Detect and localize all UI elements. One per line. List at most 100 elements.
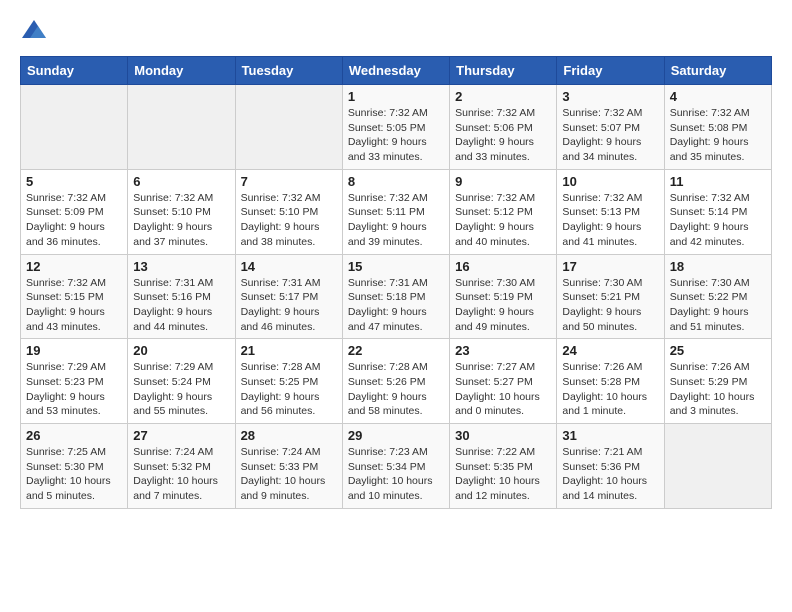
day-number: 11 [670, 174, 766, 189]
day-info: Sunrise: 7:29 AM Sunset: 5:23 PM Dayligh… [26, 360, 122, 419]
day-info: Sunrise: 7:32 AM Sunset: 5:15 PM Dayligh… [26, 276, 122, 335]
calendar-cell: 7 Sunrise: 7:32 AM Sunset: 5:10 PM Daylig… [235, 169, 342, 254]
weekday-header-sunday: Sunday [21, 57, 128, 85]
calendar-cell: 14Sunrise: 7:31 AM Sunset: 5:17 PM Dayli… [235, 254, 342, 339]
logo [20, 16, 52, 44]
calendar-cell: 13Sunrise: 7:31 AM Sunset: 5:16 PM Dayli… [128, 254, 235, 339]
day-number: 1 [348, 89, 444, 104]
day-info: Sunrise: 7:32 AM Sunset: 5:11 PM Dayligh… [348, 191, 444, 250]
calendar-cell: 25 Sunrise: 7:26 AM Sunset: 5:29 PM Dayli… [664, 339, 771, 424]
weekday-header-saturday: Saturday [664, 57, 771, 85]
calendar-cell: 10 Sunrise: 7:32 AM Sunset: 5:13 PM Dayli… [557, 169, 664, 254]
day-number: 13 [133, 259, 229, 274]
calendar-week-row: 5 Sunrise: 7:32 AM Sunset: 5:09 PM Daylig… [21, 169, 772, 254]
calendar-week-row: 26 Sunrise: 7:25 AM Sunset: 5:30 PM Dayli… [21, 424, 772, 509]
day-info: Sunrise: 7:32 AM Sunset: 5:07 PM Dayligh… [562, 106, 658, 165]
calendar-cell: 4 Sunrise: 7:32 AM Sunset: 5:08 PM Daylig… [664, 85, 771, 170]
calendar-cell: 18Sunrise: 7:30 AM Sunset: 5:22 PM Dayli… [664, 254, 771, 339]
calendar-cell: 6 Sunrise: 7:32 AM Sunset: 5:10 PM Daylig… [128, 169, 235, 254]
weekday-header-tuesday: Tuesday [235, 57, 342, 85]
calendar-cell: 24 Sunrise: 7:26 AM Sunset: 5:28 PM Dayli… [557, 339, 664, 424]
day-info: Sunrise: 7:21 AM Sunset: 5:36 PM Dayligh… [562, 445, 658, 504]
calendar-cell: 12 Sunrise: 7:32 AM Sunset: 5:15 PM Dayli… [21, 254, 128, 339]
day-number: 7 [241, 174, 337, 189]
day-number: 31 [562, 428, 658, 443]
day-number: 20 [133, 343, 229, 358]
calendar-cell: 19 Sunrise: 7:29 AM Sunset: 5:23 PM Dayli… [21, 339, 128, 424]
day-number: 2 [455, 89, 551, 104]
calendar-week-row: 12 Sunrise: 7:32 AM Sunset: 5:15 PM Dayli… [21, 254, 772, 339]
calendar-cell: 8 Sunrise: 7:32 AM Sunset: 5:11 PM Daylig… [342, 169, 449, 254]
day-number: 10 [562, 174, 658, 189]
day-number: 5 [26, 174, 122, 189]
day-number: 22 [348, 343, 444, 358]
calendar-cell [128, 85, 235, 170]
day-number: 4 [670, 89, 766, 104]
calendar-cell [664, 424, 771, 509]
calendar-cell: 21 Sunrise: 7:28 AM Sunset: 5:25 PM Dayli… [235, 339, 342, 424]
weekday-header-friday: Friday [557, 57, 664, 85]
day-info: Sunrise: 7:30 AM Sunset: 5:21 PM Dayligh… [562, 276, 658, 335]
day-info: Sunrise: 7:28 AM Sunset: 5:25 PM Dayligh… [241, 360, 337, 419]
calendar-cell: 22 Sunrise: 7:28 AM Sunset: 5:26 PM Dayli… [342, 339, 449, 424]
day-info: Sunrise: 7:32 AM Sunset: 5:08 PM Dayligh… [670, 106, 766, 165]
calendar-cell: 3 Sunrise: 7:32 AM Sunset: 5:07 PM Daylig… [557, 85, 664, 170]
day-info: Sunrise: 7:32 AM Sunset: 5:10 PM Dayligh… [241, 191, 337, 250]
weekday-header-row: SundayMondayTuesdayWednesdayThursdayFrid… [21, 57, 772, 85]
day-info: Sunrise: 7:22 AM Sunset: 5:35 PM Dayligh… [455, 445, 551, 504]
day-info: Sunrise: 7:26 AM Sunset: 5:29 PM Dayligh… [670, 360, 766, 419]
day-number: 18 [670, 259, 766, 274]
day-number: 19 [26, 343, 122, 358]
day-info: Sunrise: 7:31 AM Sunset: 5:17 PM Dayligh… [241, 276, 337, 335]
weekday-header-thursday: Thursday [450, 57, 557, 85]
day-number: 24 [562, 343, 658, 358]
calendar-cell: 29Sunrise: 7:23 AM Sunset: 5:34 PM Dayli… [342, 424, 449, 509]
calendar-cell: 20 Sunrise: 7:29 AM Sunset: 5:24 PM Dayli… [128, 339, 235, 424]
calendar-cell: 30 Sunrise: 7:22 AM Sunset: 5:35 PM Dayli… [450, 424, 557, 509]
day-info: Sunrise: 7:32 AM Sunset: 5:12 PM Dayligh… [455, 191, 551, 250]
calendar-table: SundayMondayTuesdayWednesdayThursdayFrid… [20, 56, 772, 509]
day-info: Sunrise: 7:30 AM Sunset: 5:19 PM Dayligh… [455, 276, 551, 335]
day-number: 17 [562, 259, 658, 274]
day-number: 29 [348, 428, 444, 443]
day-number: 30 [455, 428, 551, 443]
calendar-cell: 28 Sunrise: 7:24 AM Sunset: 5:33 PM Dayli… [235, 424, 342, 509]
calendar-cell: 17 Sunrise: 7:30 AM Sunset: 5:21 PM Dayli… [557, 254, 664, 339]
calendar-cell: 1 Sunrise: 7:32 AM Sunset: 5:05 PM Daylig… [342, 85, 449, 170]
calendar-cell: 15Sunrise: 7:31 AM Sunset: 5:18 PM Dayli… [342, 254, 449, 339]
day-number: 21 [241, 343, 337, 358]
calendar-cell [235, 85, 342, 170]
page: SundayMondayTuesdayWednesdayThursdayFrid… [0, 0, 792, 525]
day-number: 26 [26, 428, 122, 443]
day-number: 8 [348, 174, 444, 189]
day-info: Sunrise: 7:26 AM Sunset: 5:28 PM Dayligh… [562, 360, 658, 419]
header [20, 16, 772, 44]
calendar-cell: 9Sunrise: 7:32 AM Sunset: 5:12 PM Daylig… [450, 169, 557, 254]
day-number: 6 [133, 174, 229, 189]
calendar-cell: 16Sunrise: 7:30 AM Sunset: 5:19 PM Dayli… [450, 254, 557, 339]
day-info: Sunrise: 7:32 AM Sunset: 5:14 PM Dayligh… [670, 191, 766, 250]
day-number: 23 [455, 343, 551, 358]
day-info: Sunrise: 7:32 AM Sunset: 5:13 PM Dayligh… [562, 191, 658, 250]
calendar-week-row: 1 Sunrise: 7:32 AM Sunset: 5:05 PM Daylig… [21, 85, 772, 170]
day-number: 12 [26, 259, 122, 274]
calendar-cell: 31 Sunrise: 7:21 AM Sunset: 5:36 PM Dayli… [557, 424, 664, 509]
day-info: Sunrise: 7:32 AM Sunset: 5:05 PM Dayligh… [348, 106, 444, 165]
weekday-header-wednesday: Wednesday [342, 57, 449, 85]
logo-icon [20, 16, 48, 44]
day-number: 27 [133, 428, 229, 443]
day-info: Sunrise: 7:29 AM Sunset: 5:24 PM Dayligh… [133, 360, 229, 419]
day-info: Sunrise: 7:28 AM Sunset: 5:26 PM Dayligh… [348, 360, 444, 419]
day-info: Sunrise: 7:32 AM Sunset: 5:10 PM Dayligh… [133, 191, 229, 250]
calendar-cell: 11 Sunrise: 7:32 AM Sunset: 5:14 PM Dayli… [664, 169, 771, 254]
calendar-cell: 2Sunrise: 7:32 AM Sunset: 5:06 PM Daylig… [450, 85, 557, 170]
day-number: 25 [670, 343, 766, 358]
day-number: 3 [562, 89, 658, 104]
day-info: Sunrise: 7:25 AM Sunset: 5:30 PM Dayligh… [26, 445, 122, 504]
day-number: 28 [241, 428, 337, 443]
calendar-week-row: 19 Sunrise: 7:29 AM Sunset: 5:23 PM Dayli… [21, 339, 772, 424]
day-info: Sunrise: 7:32 AM Sunset: 5:09 PM Dayligh… [26, 191, 122, 250]
calendar-cell: 5 Sunrise: 7:32 AM Sunset: 5:09 PM Daylig… [21, 169, 128, 254]
day-number: 15 [348, 259, 444, 274]
day-info: Sunrise: 7:24 AM Sunset: 5:33 PM Dayligh… [241, 445, 337, 504]
